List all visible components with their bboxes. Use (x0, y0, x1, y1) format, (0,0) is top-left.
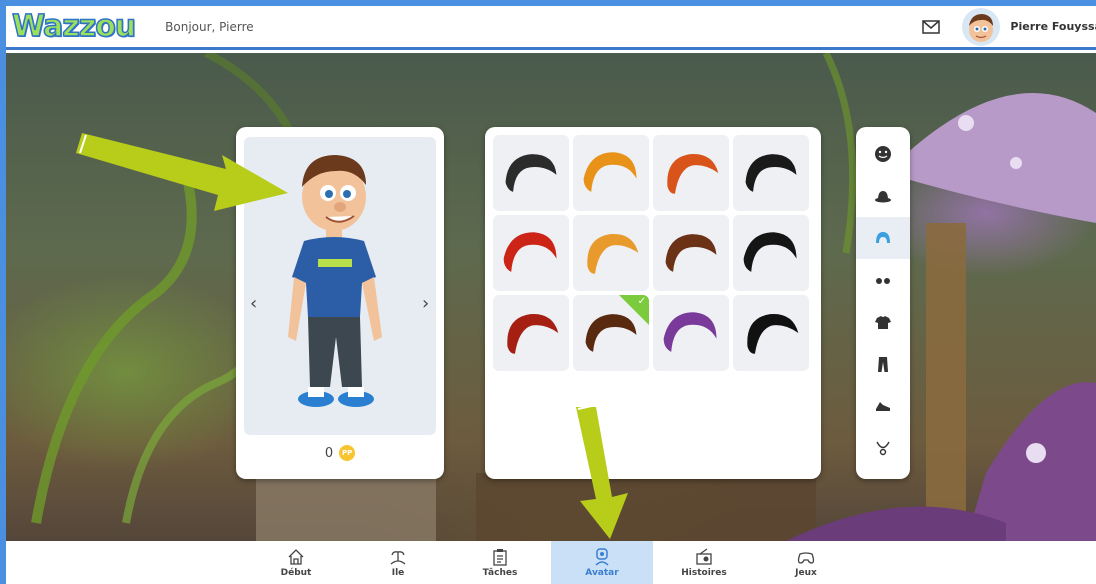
nav-label: Jeux (795, 567, 817, 578)
hair-item[interactable] (493, 295, 569, 371)
app-frame: Wazzou Bonjour, Pierre Pierre Fouyssa ‹ … (6, 6, 1096, 584)
clipboard-icon (493, 548, 507, 566)
necklace-icon (876, 441, 890, 456)
hair-style-icon (743, 232, 797, 272)
nav-label: Avatar (585, 567, 619, 578)
hair-style-icon (583, 152, 637, 192)
next-avatar-button[interactable]: › (422, 293, 429, 314)
user-name[interactable]: Pierre Fouyssa (1010, 20, 1096, 33)
previous-avatar-button[interactable]: ‹ (250, 293, 257, 314)
header-right: Pierre Fouyssa (922, 6, 1096, 47)
category-bar (856, 127, 910, 479)
hair-style-icon (505, 154, 557, 192)
nav-clipboard[interactable]: Tâches (449, 541, 551, 584)
user-avatar[interactable] (962, 7, 1001, 46)
hair-icon (876, 232, 890, 243)
face-icon (875, 146, 891, 162)
hair-style-icon (745, 154, 797, 192)
nav-label: Ile (391, 567, 405, 578)
gamepad-icon (797, 551, 815, 564)
hair-item[interactable] (653, 135, 729, 211)
hair-style-icon (503, 232, 557, 272)
category-face[interactable] (856, 133, 910, 175)
category-shirt[interactable] (856, 301, 910, 343)
hair-item[interactable] (733, 215, 809, 291)
nav-label: Histoires (681, 567, 727, 578)
coin-balance: 0 PP (236, 445, 444, 461)
hair-style-icon (747, 313, 799, 354)
hair-item[interactable] (493, 135, 569, 211)
pants-icon (878, 357, 888, 372)
hair-item[interactable] (573, 215, 649, 291)
nav-gamepad[interactable]: Jeux (755, 541, 857, 584)
hair-item[interactable] (573, 135, 649, 211)
avatar-scene: ‹ › 0 PP ✓ (6, 53, 1096, 541)
hair-grid: ✓ (493, 135, 809, 371)
shoe-icon (876, 402, 890, 411)
coin-count: 0 (324, 445, 334, 461)
hair-item[interactable] (653, 215, 729, 291)
category-hat[interactable] (856, 175, 910, 217)
coin-icon: PP (339, 445, 356, 461)
check-icon: ✓ (637, 296, 646, 307)
guide-arrow-nav (576, 404, 628, 539)
guide-arrow-avatar (76, 133, 288, 211)
category-shoe[interactable] (856, 385, 910, 427)
hair-item[interactable] (493, 215, 569, 291)
hair-style-icon (663, 312, 717, 352)
nav-island[interactable]: Ile (347, 541, 449, 584)
category-glasses[interactable] (856, 259, 910, 301)
home-icon (288, 548, 304, 565)
nav-label: Tâches (482, 567, 518, 578)
nav-avatar[interactable]: Avatar (551, 541, 653, 584)
hair-item[interactable]: ✓ (573, 295, 649, 371)
category-necklace[interactable] (856, 427, 910, 469)
hair-style-icon (665, 234, 717, 272)
top-header: Wazzou Bonjour, Pierre Pierre Fouyssa (6, 6, 1096, 50)
wazzou-logo[interactable]: Wazzou (11, 8, 137, 45)
hair-style-icon (587, 233, 639, 274)
hair-item[interactable] (733, 135, 809, 211)
category-pants[interactable] (856, 343, 910, 385)
island-icon (390, 550, 406, 565)
shirt-icon (875, 316, 891, 329)
mail-icon[interactable] (922, 19, 941, 34)
radio-icon (696, 547, 712, 565)
hair-item[interactable] (733, 295, 809, 371)
greeting-text: Bonjour, Pierre (165, 19, 254, 34)
hat-icon (875, 191, 891, 203)
boy-face-icon (969, 13, 994, 42)
hair-item[interactable] (653, 295, 729, 371)
avatar-icon (595, 547, 609, 566)
nav-home[interactable]: Début (245, 541, 347, 584)
category-hair[interactable] (856, 217, 910, 259)
bottom-navigation: Début Ile Tâches Avatar Histoires Jeux (6, 541, 1096, 584)
hair-style-icon (507, 313, 559, 354)
hair-style-icon (667, 153, 719, 194)
nav-radio[interactable]: Histoires (653, 541, 755, 584)
glasses-icon (876, 278, 890, 284)
nav-label: Début (280, 567, 312, 578)
